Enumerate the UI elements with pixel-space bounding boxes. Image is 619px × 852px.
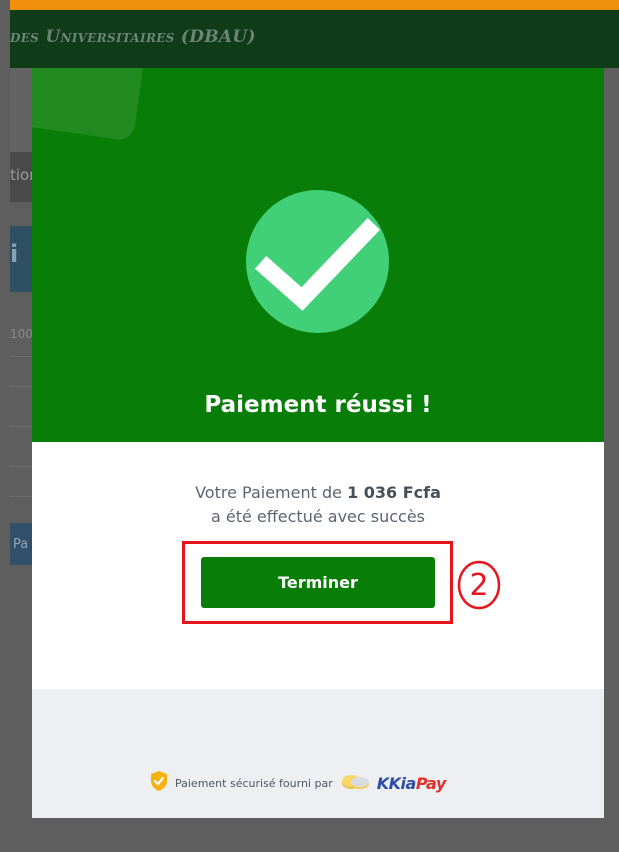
background-tile-letter: i [10,240,19,268]
decorative-shape [32,68,151,142]
background-row-divider [10,386,34,387]
secure-payment-note: Paiement sécurisé fourni par KKiaPay [149,771,446,795]
site-header-title: des Universitaires (DBAU) [10,27,256,47]
annotation-step-number: 2 [456,559,502,611]
background-right-edge [604,68,619,852]
background-row-divider [10,496,34,497]
background-row-value: 100 [10,327,33,341]
shield-icon [149,770,169,796]
modal-footer: Paiement sécurisé fourni par KKiaPay [32,689,604,818]
check-icon [246,190,389,333]
payment-message-line-1: Votre Paiement de 1 036 Fcfa [32,481,604,505]
payment-message-prefix: Votre Paiement de [195,483,342,502]
background-button-label: Pa [13,537,29,552]
background-row-divider [10,466,34,467]
success-title: Paiement réussi ! [204,392,432,418]
payment-amount: 1 036 Fcfa [347,483,441,502]
payment-message: Votre Paiement de 1 036 Fcfa a été effec… [32,481,604,529]
payment-message-line-2: a été effectué avec succès [210,507,426,526]
top-accent-bar [10,0,619,10]
coins-icon [339,771,371,795]
modal-success-header: Paiement réussi ! [32,68,604,442]
annotation-highlight-box [182,541,453,624]
kkiapay-logo-kk: KKia [376,773,417,793]
kkiapay-logo: KKiaPay [376,773,447,793]
background-row-divider [10,426,34,427]
site-header: des Universitaires (DBAU) [10,10,619,68]
kkiapay-logo-pay: Pay [415,773,446,793]
payment-success-modal: Paiement réussi ! Votre Paiement de 1 03… [32,68,604,818]
secure-payment-text: Paiement sécurisé fourni par [175,776,333,790]
background-row-divider [10,356,34,357]
annotation-step-label: 2 [469,568,488,603]
